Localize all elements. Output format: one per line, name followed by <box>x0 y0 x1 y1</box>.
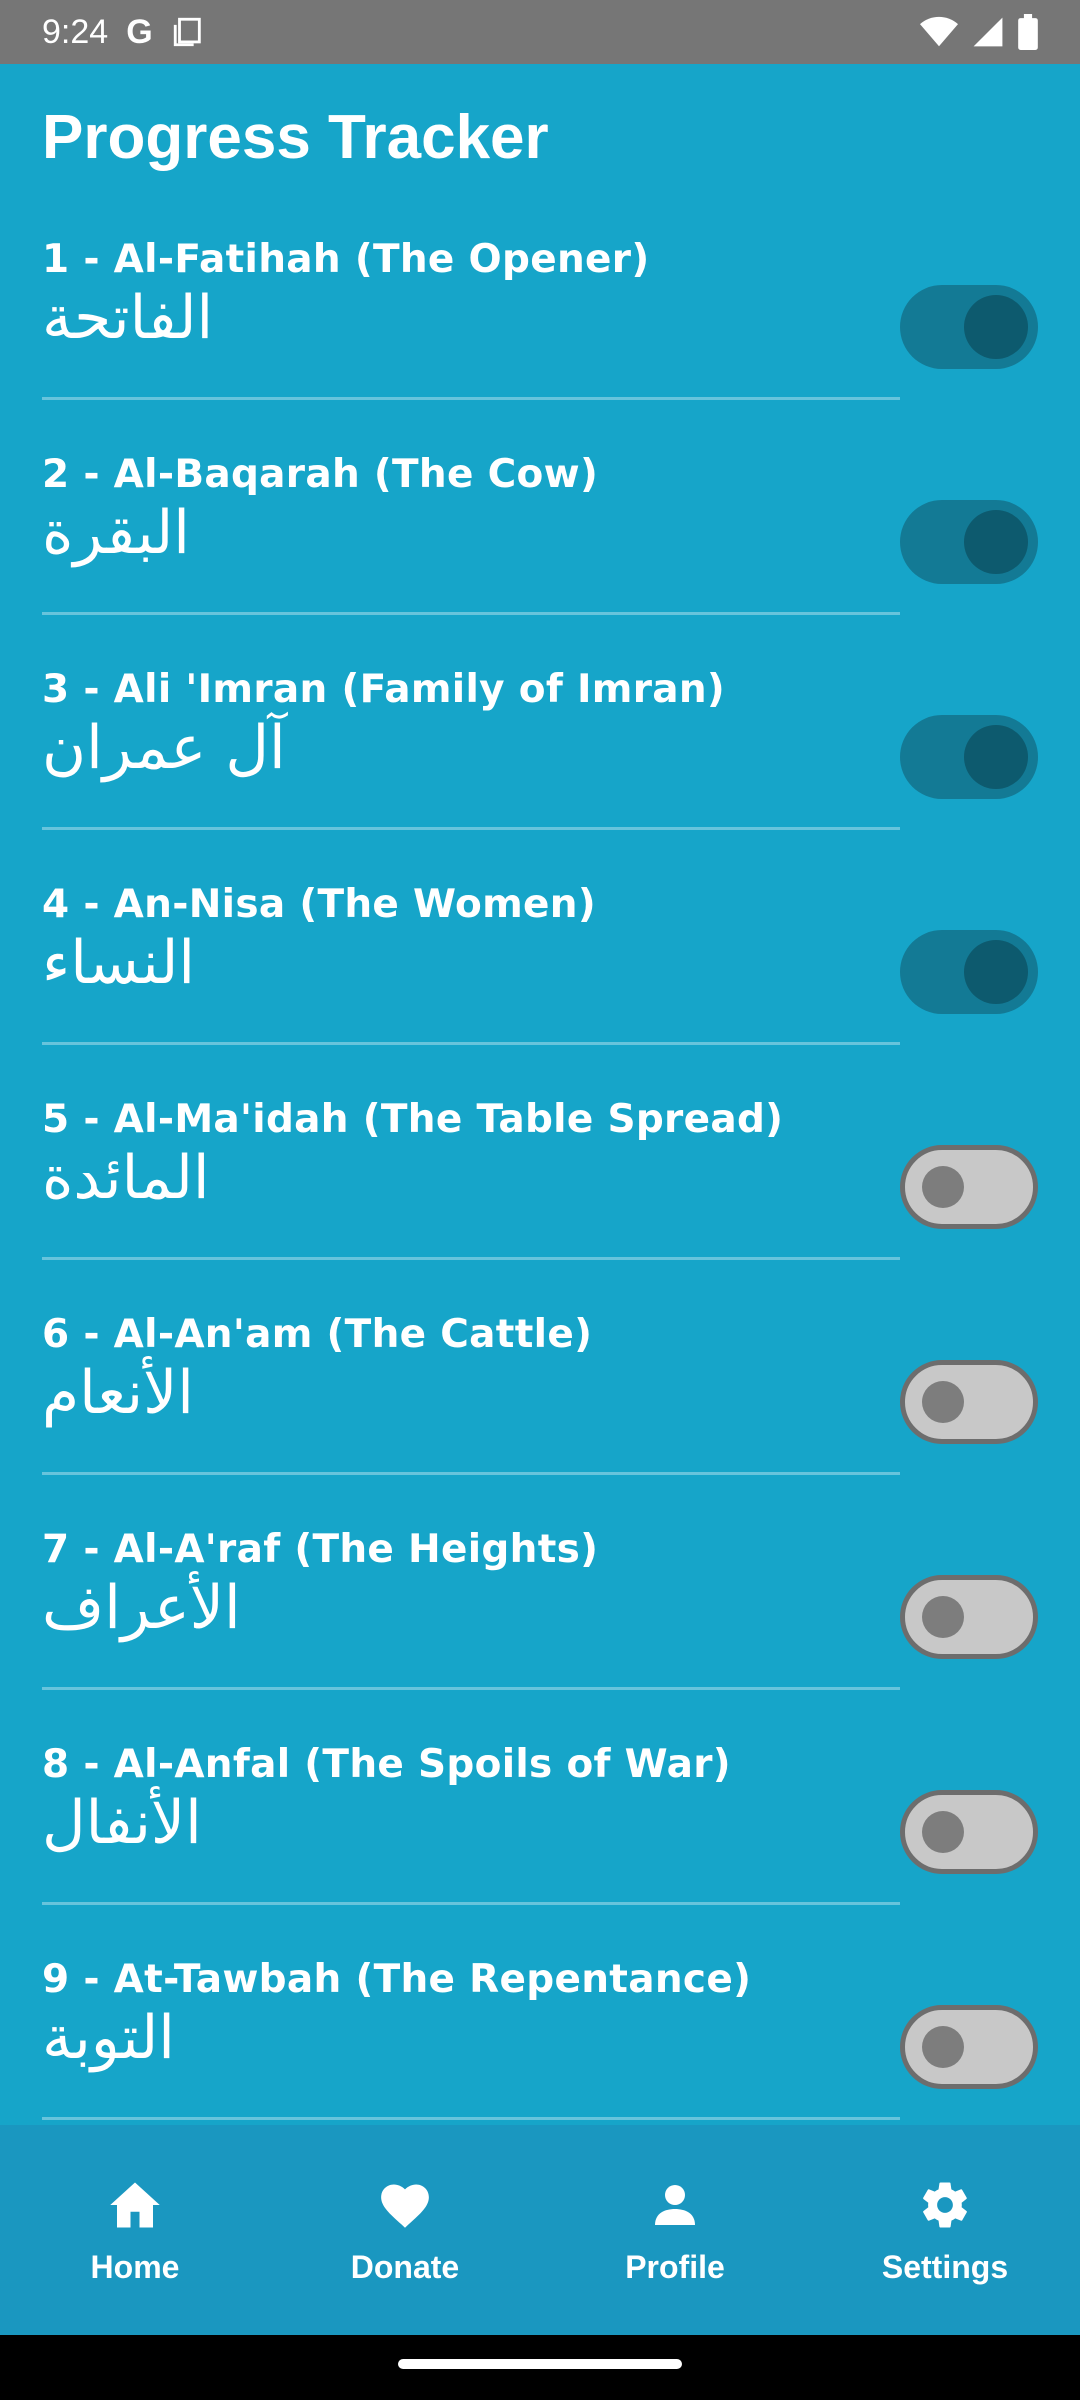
toggle-thumb <box>922 1811 964 1853</box>
toggle-thumb <box>922 1166 964 1208</box>
surah-title: 8 - Al-Anfal (The Spoils of War) <box>42 1742 731 1787</box>
google-icon: G <box>126 12 153 51</box>
completed-toggle[interactable] <box>900 1790 1038 1874</box>
divider <box>42 827 900 830</box>
nav-profile[interactable]: Profile <box>540 2125 810 2335</box>
surah-title: 3 - Ali 'Imran (Family of Imran) <box>42 667 726 712</box>
divider <box>42 612 900 615</box>
nav-settings[interactable]: Settings <box>810 2125 1080 2335</box>
battery-icon <box>1018 14 1038 50</box>
nav-donate[interactable]: Donate <box>270 2125 540 2335</box>
status-bar: 9:24 G <box>0 0 1080 64</box>
completed-toggle[interactable] <box>900 1360 1038 1444</box>
completed-toggle[interactable] <box>900 2005 1038 2089</box>
toggle-thumb <box>922 1596 964 1638</box>
status-time: 9:24 <box>42 12 109 51</box>
list-item: 6 - Al-An'am (The Cattle) الأنعام <box>0 1290 1080 1505</box>
status-left: 9:24 G <box>42 13 205 52</box>
surah-arabic-name: الأنعام <box>42 1358 194 1428</box>
bottom-nav: Home Donate Profile Settings <box>0 2125 1080 2335</box>
nav-home-label: Home <box>90 2249 180 2285</box>
list-item: 2 - Al-Baqarah (The Cow) البقرة <box>0 430 1080 645</box>
surah-title: 4 - An-Nisa (The Women) <box>42 882 596 927</box>
screenshot-icon <box>171 15 205 49</box>
completed-toggle[interactable] <box>900 715 1038 799</box>
surah-arabic-name: الأعراف <box>42 1573 241 1643</box>
surah-arabic-name: التوبة <box>42 2003 175 2073</box>
completed-toggle[interactable] <box>900 1145 1038 1229</box>
gear-icon <box>918 2175 972 2235</box>
divider <box>42 2117 900 2120</box>
signal-icon <box>972 15 1004 49</box>
home-icon <box>108 2175 162 2235</box>
completed-toggle[interactable] <box>900 500 1038 584</box>
surah-title: 7 - Al-A'raf (The Heights) <box>42 1527 599 1572</box>
completed-toggle[interactable] <box>900 1575 1038 1659</box>
surah-arabic-name: آل عمران <box>42 713 286 783</box>
surah-list[interactable]: 1 - Al-Fatihah (The Opener) الفاتحة 2 - Al… <box>0 215 1080 2125</box>
toggle-thumb <box>964 940 1028 1004</box>
divider <box>42 1042 900 1045</box>
surah-arabic-name: البقرة <box>42 498 190 568</box>
surah-arabic-name: الأنفال <box>42 1788 202 1858</box>
toggle-thumb <box>922 2026 964 2068</box>
gesture-handle[interactable] <box>398 2359 682 2369</box>
divider <box>42 1687 900 1690</box>
list-item: 3 - Ali 'Imran (Family of Imran) آل عمران <box>0 645 1080 860</box>
list-item: 5 - Al-Ma'idah (The Table Spread) المائدة <box>0 1075 1080 1290</box>
surah-title: 2 - Al-Baqarah (The Cow) <box>42 452 599 497</box>
toggle-thumb <box>964 295 1028 359</box>
status-right <box>920 14 1038 50</box>
surah-arabic-name: النساء <box>42 928 196 998</box>
gesture-area <box>0 2335 1080 2400</box>
surah-title: 9 - At-Tawbah (The Repentance) <box>42 1957 752 2002</box>
toggle-thumb <box>922 1381 964 1423</box>
person-icon <box>651 2175 699 2235</box>
nav-settings-label: Settings <box>881 2249 1009 2285</box>
surah-arabic-name: المائدة <box>42 1143 210 1213</box>
surah-title: 5 - Al-Ma'idah (The Table Spread) <box>42 1097 784 1142</box>
completed-toggle[interactable] <box>900 930 1038 1014</box>
list-item: 4 - An-Nisa (The Women) النساء <box>0 860 1080 1075</box>
divider <box>42 1902 900 1905</box>
heart-icon <box>377 2175 433 2235</box>
nav-home[interactable]: Home <box>0 2125 270 2335</box>
divider <box>42 397 900 400</box>
toggle-thumb <box>964 510 1028 574</box>
nav-donate-label: Donate <box>350 2249 460 2285</box>
toggle-thumb <box>964 725 1028 789</box>
divider <box>42 1472 900 1475</box>
list-item: 7 - Al-A'raf (The Heights) الأعراف <box>0 1505 1080 1720</box>
list-item: 8 - Al-Anfal (The Spoils of War) الأنفال <box>0 1720 1080 1935</box>
divider <box>42 1257 900 1260</box>
completed-toggle[interactable] <box>900 285 1038 369</box>
wifi-icon <box>920 15 958 49</box>
nav-profile-label: Profile <box>625 2249 725 2285</box>
list-item: 1 - Al-Fatihah (The Opener) الفاتحة <box>0 215 1080 430</box>
surah-title: 6 - Al-An'am (The Cattle) <box>42 1312 593 1357</box>
page-title: Progress Tracker <box>42 103 549 172</box>
surah-arabic-name: الفاتحة <box>42 283 214 353</box>
list-item: 9 - At-Tawbah (The Repentance) التوبة <box>0 1935 1080 2125</box>
surah-title: 1 - Al-Fatihah (The Opener) <box>42 237 650 282</box>
